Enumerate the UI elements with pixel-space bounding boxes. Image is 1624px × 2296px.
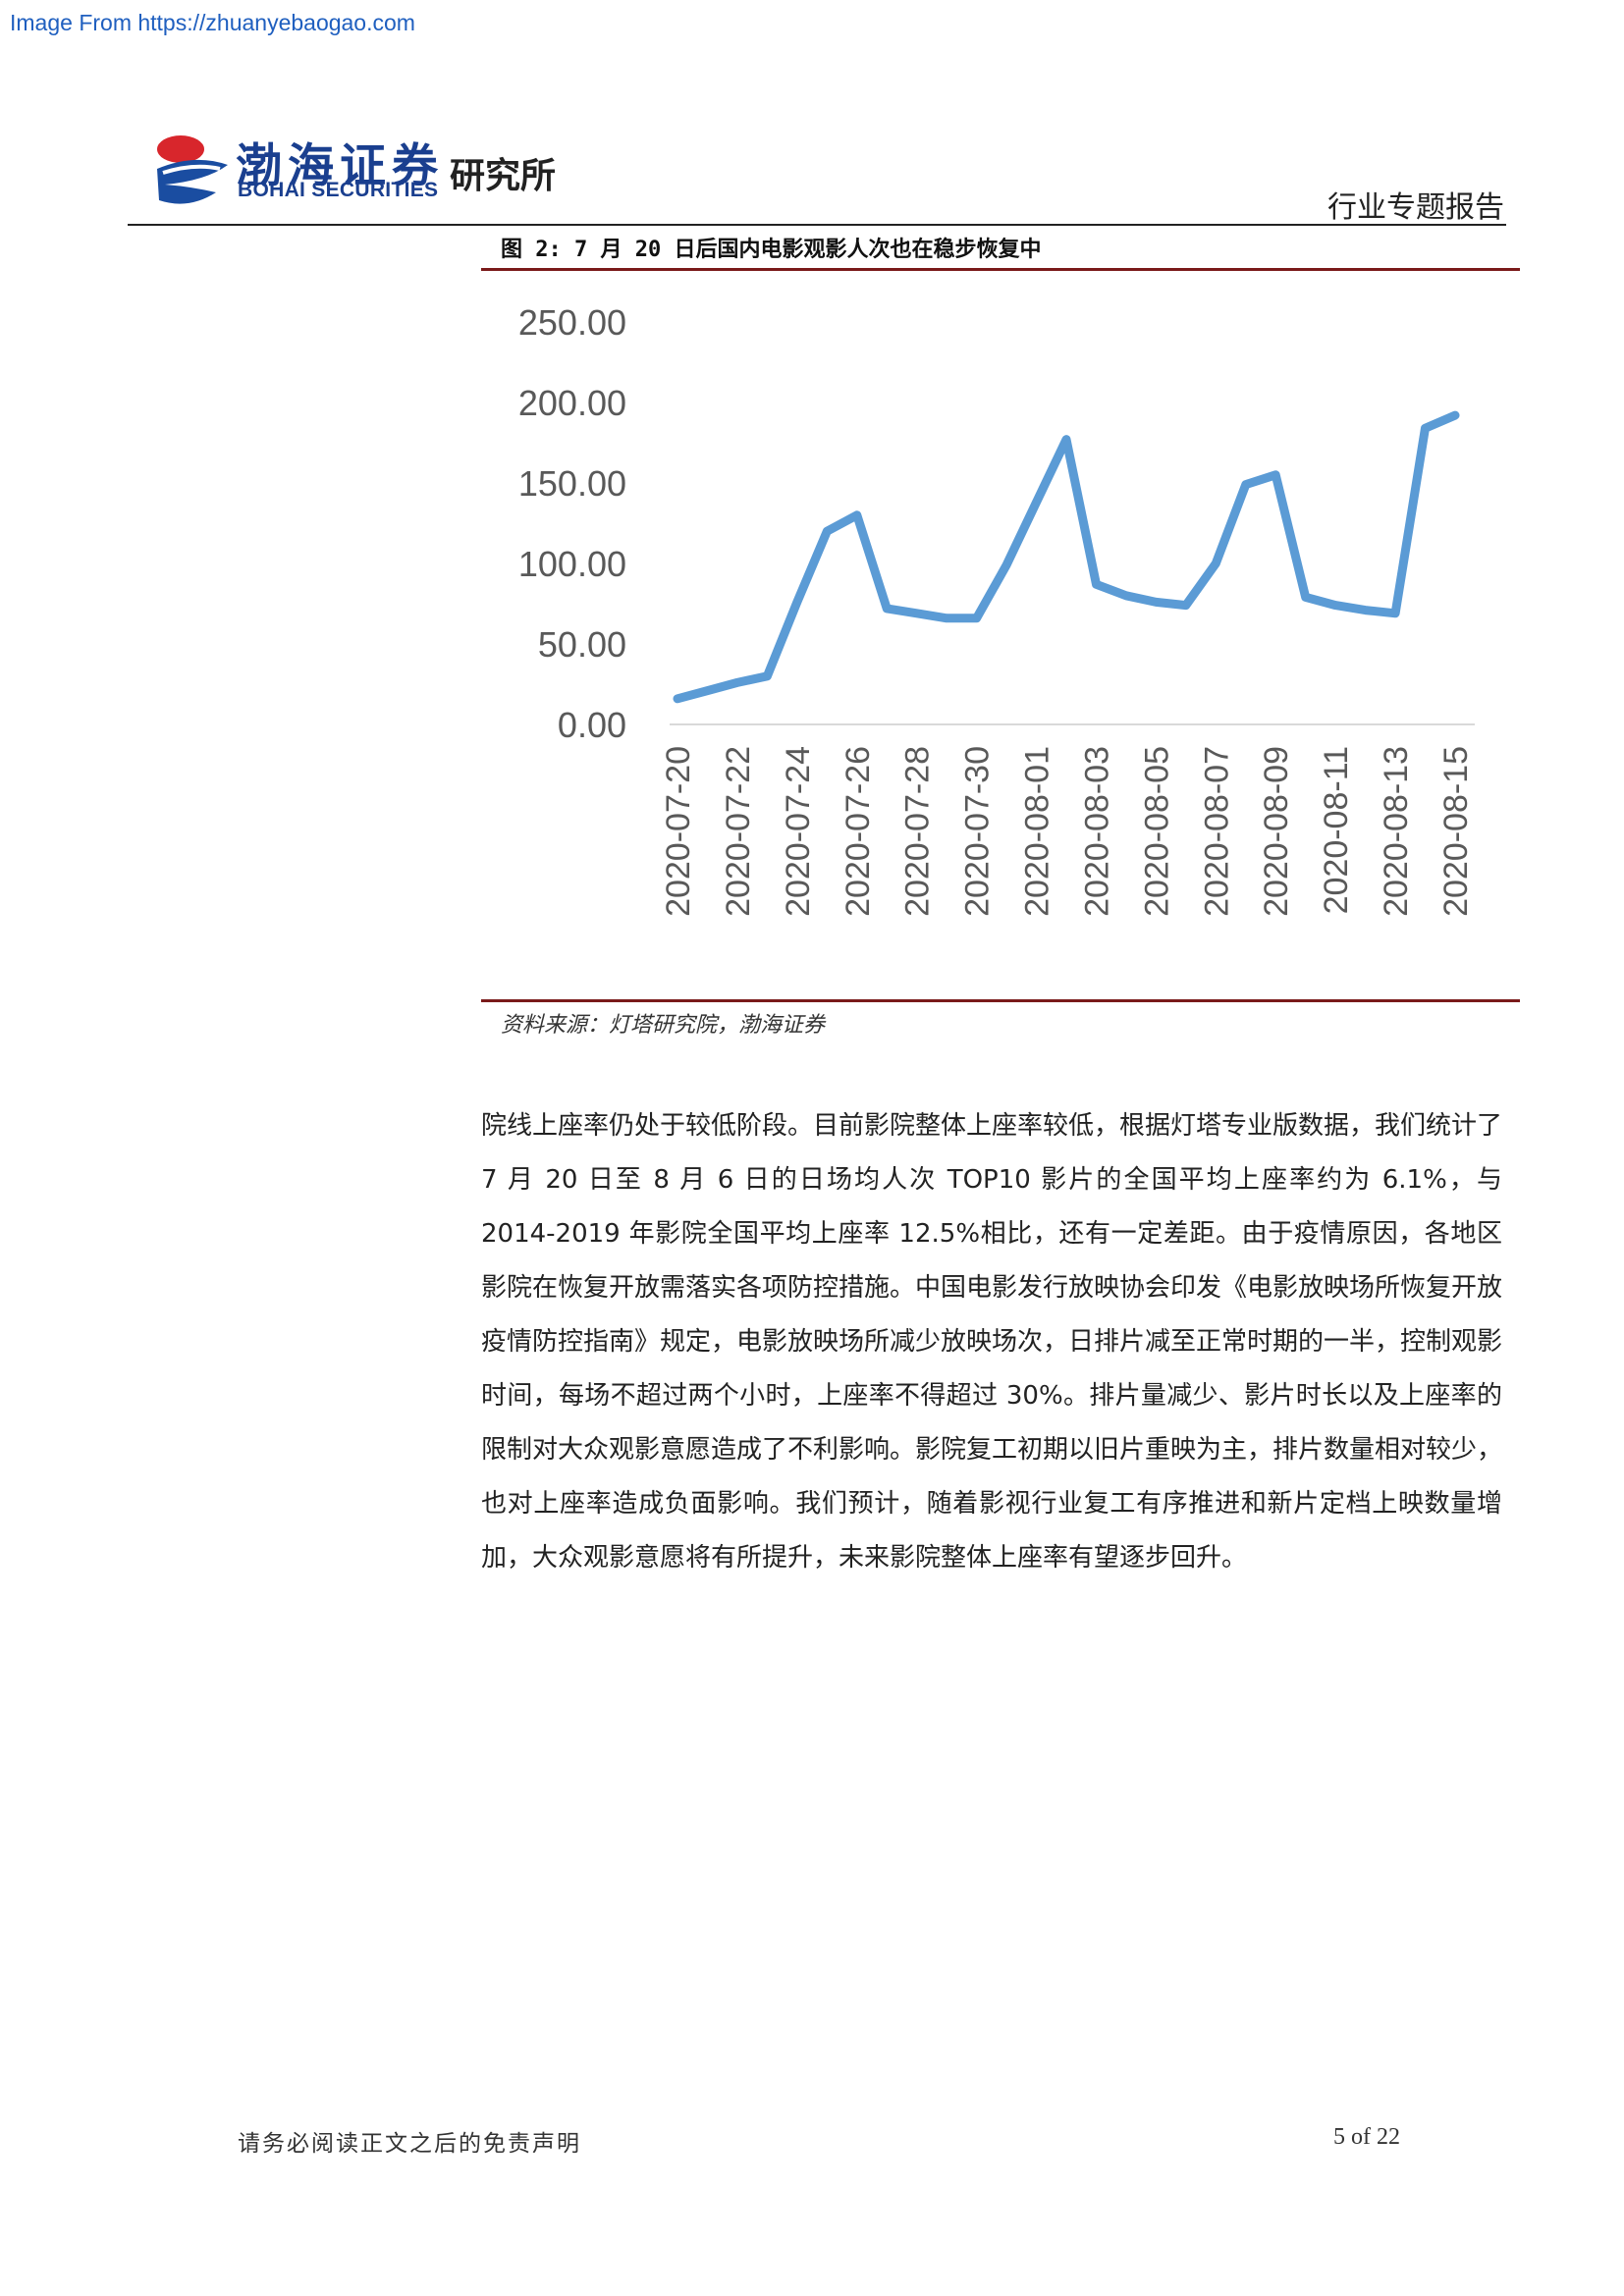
y-tick-label: 50.00 <box>538 624 626 665</box>
y-tick-label: 250.00 <box>518 302 626 343</box>
x-tick-label: 2020-07-30 <box>959 746 997 917</box>
body-paragraph: 院线上座率仍处于较低阶段。目前影院整体上座率较低，根据灯塔专业版数据，我们统计了… <box>481 1111 1503 1573</box>
x-tick-label: 2020-07-24 <box>780 746 817 917</box>
source-watermark: Image From https://zhuanyebaogao.com <box>10 10 415 35</box>
company-logo: 渤海证券 BOHAI SECURITIES 研究所 <box>155 128 568 206</box>
page-number: 5 of 22 <box>1333 2124 1400 2150</box>
logo-english-name: BOHAI SECURITIES <box>238 179 439 201</box>
x-tick-label: 2020-08-13 <box>1378 746 1415 917</box>
figure-source: 资料来源：灯塔研究院，渤海证券 <box>501 1013 826 1038</box>
header-divider <box>128 224 1506 226</box>
figure-title: 图 2: 7 月 20 日后国内电影观影人次也在稳步恢复中 <box>501 238 1042 262</box>
report-type: 行业专题报告 <box>1327 190 1504 225</box>
x-axis-ticks: 2020-07-20 2020-07-22 2020-07-24 2020-07-26… <box>660 746 1475 917</box>
figure-top-rule <box>481 268 1520 271</box>
x-tick-label: 2020-07-28 <box>899 746 937 917</box>
x-tick-label: 2020-08-03 <box>1078 746 1115 917</box>
y-tick-label: 150.00 <box>518 463 626 504</box>
figure-bottom-rule <box>481 999 1520 1002</box>
line-chart: 250.00 200.00 150.00 100.00 50.00 0.00 2020-0… <box>518 302 1475 917</box>
series-layer <box>673 410 1460 704</box>
y-tick-label: 100.00 <box>518 544 626 584</box>
logo-subtitle: 研究所 <box>450 156 557 196</box>
series-line <box>673 410 1460 704</box>
y-tick-label: 0.00 <box>558 705 626 745</box>
x-tick-label: 2020-08-05 <box>1138 746 1175 917</box>
x-tick-label: 2020-08-01 <box>1019 746 1056 917</box>
y-tick-label: 200.00 <box>518 383 626 423</box>
x-tick-label: 2020-08-09 <box>1258 746 1295 917</box>
x-tick-label: 2020-07-20 <box>660 746 697 917</box>
x-tick-label: 2020-07-22 <box>720 746 757 917</box>
footer-disclaimer: 请务必阅读正文之后的免责声明 <box>238 2131 581 2157</box>
x-tick-label: 2020-08-15 <box>1437 746 1475 917</box>
x-tick-label: 2020-08-07 <box>1198 746 1235 917</box>
x-tick-label: 2020-08-11 <box>1318 746 1355 914</box>
x-tick-label: 2020-07-26 <box>839 746 877 917</box>
y-axis-ticks: 250.00 200.00 150.00 100.00 50.00 0.00 <box>518 302 626 745</box>
bohai-logo-icon <box>157 135 228 204</box>
